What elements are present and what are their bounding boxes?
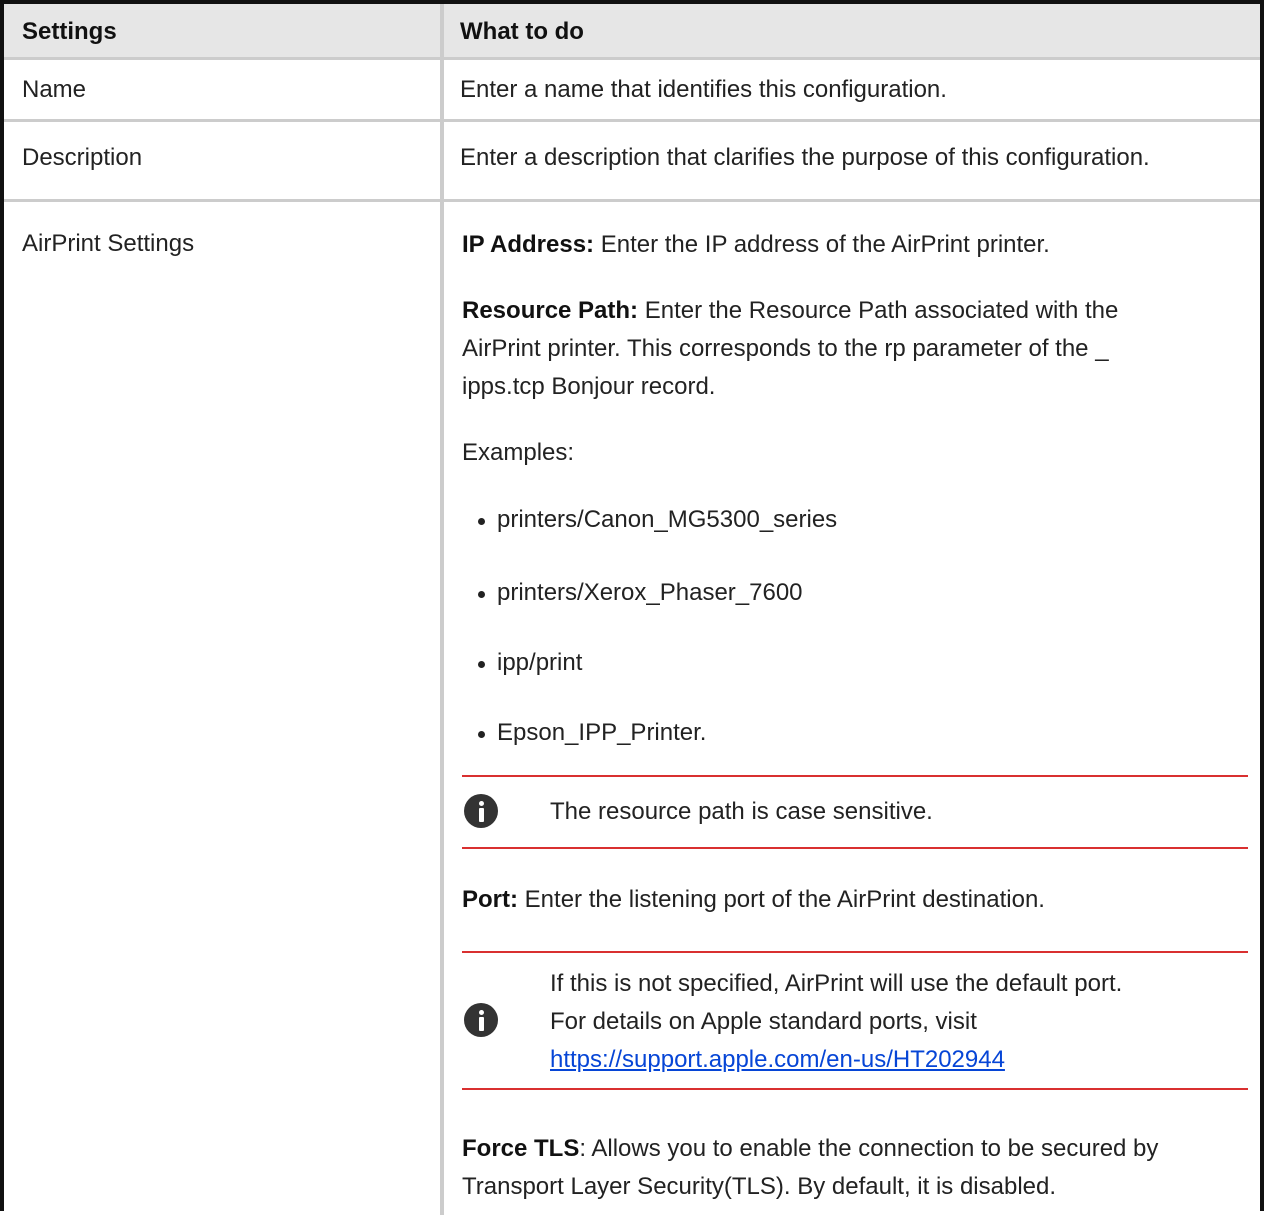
example-1: printers/Canon_MG5300_series (497, 506, 838, 533)
resource-path-text-3: ipps.tcp Bonjour record. (462, 373, 716, 400)
settings-table: Settings What to do Name Enter a name th… (0, 0, 1264, 1215)
example-4: Epson_IPP_Printer. (497, 719, 707, 746)
port-text: Enter the listening port of the AirPrint… (518, 886, 1045, 913)
setting-description: Description (22, 144, 143, 171)
resource-path-label: Resource Path: (462, 297, 639, 324)
resource-path-paragraph: Resource Path: Enter the Resource Path a… (462, 292, 1252, 406)
bullet-icon (478, 730, 485, 738)
ip-address-paragraph: IP Address: Enter the IP address of the … (462, 226, 1252, 264)
ip-address-text: Enter the IP address of the AirPrint pri… (594, 231, 1050, 258)
force-tls-text-2: Transport Layer Security(TLS). By defaul… (462, 1173, 1057, 1200)
apple-ports-link[interactable]: https://support.apple.com/en-us/HT202944 (550, 1046, 1005, 1073)
info-icon (464, 794, 498, 828)
resource-path-text-2: AirPrint printer. This corresponds to th… (462, 335, 1109, 362)
force-tls-text-1: : Allows you to enable the connection to… (579, 1135, 1159, 1162)
example-2: printers/Xerox_Phaser_7600 (497, 579, 803, 606)
force-tls-paragraph: Force TLS: Allows you to enable the conn… (462, 1130, 1252, 1206)
note-default-port: If this is not specified, AirPrint will … (462, 951, 1248, 1090)
note-default-port-text-1: If this is not specified, AirPrint will … (550, 970, 1123, 997)
examples-label: Examples: (462, 439, 575, 466)
table-row-description: Description Enter a description that cla… (4, 122, 1260, 202)
list-item: ipp/print (478, 649, 582, 677)
bullet-icon (478, 590, 485, 598)
setting-airprint: AirPrint Settings (22, 230, 195, 257)
list-item: printers/Xerox_Phaser_7600 (478, 579, 803, 607)
table-header: Settings What to do (4, 4, 1260, 60)
bullet-icon (478, 517, 485, 525)
column-divider (440, 202, 444, 1215)
bullet-icon (478, 660, 485, 668)
example-3: ipp/print (497, 649, 583, 676)
force-tls-label: Force TLS (462, 1135, 580, 1162)
list-item: Epson_IPP_Printer. (478, 719, 706, 747)
port-label: Port: (462, 886, 518, 913)
table-row-name: Name Enter a name that identifies this c… (4, 60, 1260, 122)
setting-name: Name (22, 76, 87, 103)
action-name: Enter a name that identifies this config… (460, 76, 947, 103)
list-item: printers/Canon_MG5300_series (478, 506, 837, 534)
info-icon (464, 1003, 498, 1037)
action-description: Enter a description that clarifies the p… (460, 144, 1150, 171)
port-paragraph: Port: Enter the listening port of the Ai… (462, 881, 1252, 919)
header-settings: Settings (22, 18, 117, 45)
note-default-port-text-2: For details on Apple standard ports, vis… (550, 1008, 977, 1035)
note-case-sensitive: The resource path is case sensitive. (462, 775, 1248, 849)
resource-path-text-1: Enter the Resource Path associated with … (638, 297, 1119, 324)
note-case-sensitive-text: The resource path is case sensitive. (550, 798, 933, 825)
ip-address-label: IP Address: (462, 231, 595, 258)
header-what-to-do: What to do (460, 18, 584, 45)
